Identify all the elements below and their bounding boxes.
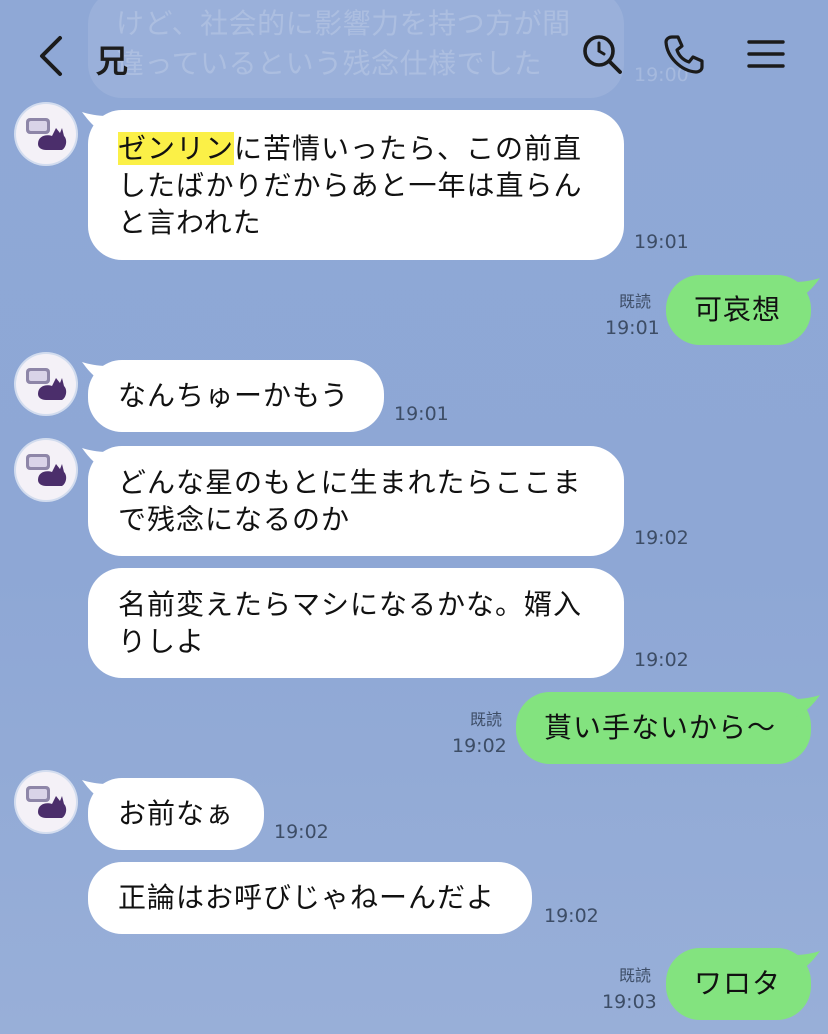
message-bubble[interactable]: お前なぁ (88, 778, 264, 850)
search-button[interactable] (580, 32, 624, 76)
back-chevron-icon (40, 36, 62, 76)
avatar[interactable] (16, 440, 76, 500)
message-text: に苦情いったら、この前直 (234, 132, 583, 165)
highlighted-text: ゼンリン (118, 132, 235, 165)
message-time: 19:01 (605, 317, 660, 339)
back-button[interactable] (30, 30, 78, 82)
message-time: 19:03 (602, 991, 657, 1013)
message-time: 19:02 (634, 527, 689, 549)
message-time: 19:01 (634, 231, 689, 253)
message-bubble[interactable]: 名前変えたらマシになるかな。婿入 りしよ (88, 568, 624, 678)
avatar[interactable] (16, 104, 76, 164)
bubble-tail (796, 695, 820, 717)
message-text: 貰い手ないから〜 (544, 711, 777, 744)
message-line: ゼンリンに苦情いったら、この前直 (118, 130, 594, 167)
phone-icon (664, 35, 704, 74)
read-receipt: 既読 (619, 292, 652, 311)
message-line: で残念になるのか (118, 503, 351, 536)
avatar[interactable] (16, 772, 76, 832)
cat-avatar-icon (26, 454, 67, 486)
message-bubble[interactable]: 正論はお呼びじゃねーんだよ (88, 862, 532, 934)
message-line: どんな星のもとに生まれたらここま (118, 466, 582, 499)
message-bubble[interactable]: なんちゅーかもう (88, 360, 384, 432)
menu-icon (747, 40, 785, 68)
message-bubble[interactable]: 貰い手ないから〜 (516, 692, 811, 764)
message-text: 正論はお呼びじゃねーんだよ (118, 881, 496, 914)
message-time: 19:02 (634, 649, 689, 671)
menu-button[interactable] (744, 32, 788, 76)
chat-title: 兄 (96, 42, 129, 80)
avatar[interactable] (16, 354, 76, 414)
message-time: 19:02 (274, 821, 329, 843)
message-bubble[interactable]: ワロタ (666, 948, 811, 1020)
message-line: と言われた (118, 206, 262, 239)
message-text: 可哀想 (694, 293, 782, 326)
bubble-tail (796, 951, 820, 973)
message-text: なんちゅーかもう (118, 379, 350, 412)
message-line: りしよ (118, 625, 206, 658)
message-text: お前なぁ (118, 797, 235, 830)
message-time: 19:01 (394, 403, 449, 425)
call-button[interactable] (662, 32, 706, 76)
message-bubble[interactable]: 可哀想 (666, 275, 811, 345)
cat-avatar-icon (26, 368, 67, 400)
message-bubble[interactable]: ゼンリンに苦情いったら、この前直 したばかりだからあと一年は直らん と言われた (88, 110, 624, 260)
message-bubble[interactable]: どんな星のもとに生まれたらここま で残念になるのか (88, 446, 624, 556)
search-icon (583, 35, 622, 74)
read-receipt: 既読 (619, 966, 652, 985)
message-line: 名前変えたらマシになるかな。婿入 (118, 588, 583, 621)
message-time: 19:02 (452, 735, 507, 757)
cat-avatar-icon (26, 786, 67, 818)
message-text: ワロタ (694, 967, 782, 1000)
chat-screen: けど、社会的に影響力を持つ方が間 違っているという残念仕様でした 19:00 兄 (0, 0, 828, 1034)
cat-avatar-icon (26, 118, 67, 150)
message-time: 19:02 (544, 905, 599, 927)
chat-header: 兄 (0, 0, 828, 104)
bubble-tail (796, 278, 820, 300)
read-receipt: 既読 (470, 710, 503, 729)
message-line: したばかりだからあと一年は直らん (118, 169, 583, 202)
